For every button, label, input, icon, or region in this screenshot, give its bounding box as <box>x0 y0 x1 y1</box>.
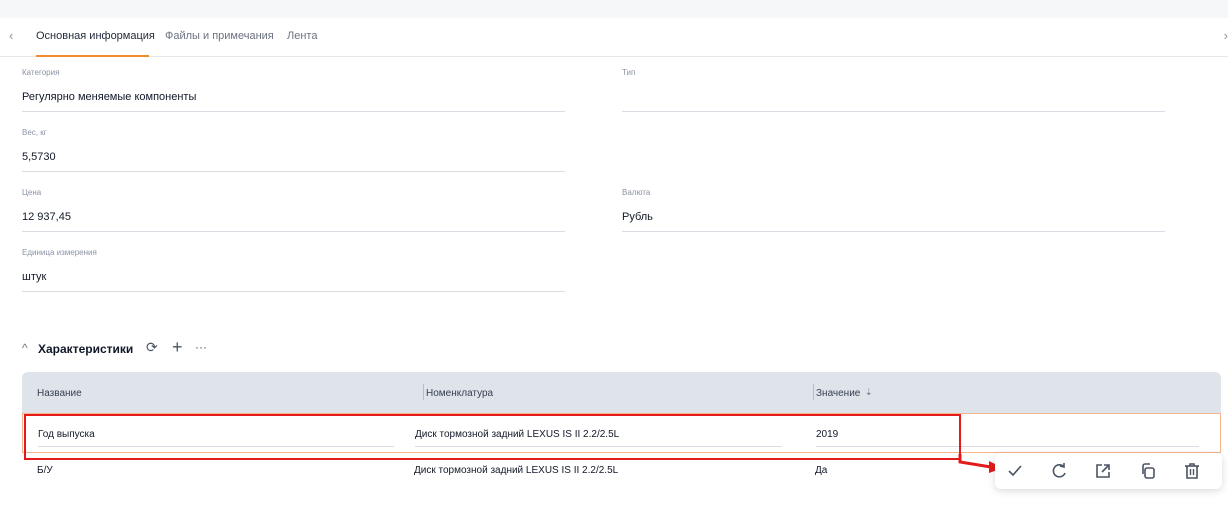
row-action-bar <box>995 453 1222 489</box>
plus-icon[interactable]: + <box>172 337 183 358</box>
open-external-icon[interactable] <box>1093 461 1113 481</box>
type-field[interactable]: Тип <box>622 68 1165 113</box>
weight-value: 5,5730 <box>22 151 56 163</box>
unit-label: Единица измерения <box>22 248 97 257</box>
copy-icon[interactable] <box>1138 461 1158 481</box>
table-header: Название Номенклатура Значение ⇣ <box>22 372 1221 413</box>
chevron-left-icon[interactable]: ‹ <box>9 28 13 43</box>
row-name-cell[interactable]: Б/У <box>37 465 53 476</box>
price-value: 12 937,45 <box>22 211 71 223</box>
characteristics-title: Характеристики <box>38 342 134 356</box>
weight-label: Вес, кг <box>22 128 47 137</box>
currency-label: Валюта <box>622 188 651 197</box>
type-underline <box>622 111 1165 112</box>
weight-field[interactable]: Вес, кг 5,5730 <box>22 128 565 173</box>
column-header-name[interactable]: Название <box>37 388 82 399</box>
type-label: Тип <box>622 68 636 77</box>
unit-field[interactable]: Единица измерения штук <box>22 248 565 293</box>
column-divider[interactable] <box>813 384 814 400</box>
close-icon[interactable]: › <box>1224 28 1228 43</box>
column-divider[interactable] <box>423 384 424 400</box>
refresh-icon[interactable]: ⟳ <box>146 339 158 356</box>
column-header-value[interactable]: Значение <box>816 388 860 399</box>
unit-underline <box>22 291 565 292</box>
column-header-nomenclature[interactable]: Номенклатура <box>426 388 493 399</box>
price-label: Цена <box>22 188 42 197</box>
delete-icon[interactable] <box>1182 461 1202 481</box>
highlight-box <box>24 414 961 460</box>
top-strip <box>0 0 1228 18</box>
category-label: Категория <box>22 68 60 77</box>
tab-feed[interactable]: Лента <box>287 30 317 42</box>
weight-underline <box>22 171 565 172</box>
sort-icon[interactable]: ⇣ <box>865 387 873 398</box>
category-field[interactable]: Категория Регулярно меняемые компоненты <box>22 68 565 113</box>
price-field[interactable]: Цена 12 937,45 <box>22 188 565 233</box>
tab-files-notes[interactable]: Файлы и примечания <box>165 30 274 42</box>
tab-bar: ‹ Основная информация Файлы и примечания… <box>0 18 1228 57</box>
reload-icon[interactable] <box>1049 461 1069 481</box>
row-nomenclature-cell[interactable]: Диск тормозной задний LEXUS IS II 2.2/2.… <box>414 465 618 476</box>
currency-underline <box>622 231 1165 232</box>
currency-value: Рубль <box>622 211 653 223</box>
unit-value: штук <box>22 271 47 283</box>
tab-main-info[interactable]: Основная информация <box>36 30 155 42</box>
price-underline <box>22 231 565 232</box>
currency-field[interactable]: Валюта Рубль <box>622 188 1165 233</box>
category-underline <box>22 111 565 112</box>
check-icon[interactable] <box>1005 461 1025 481</box>
chevron-up-icon[interactable]: ^ <box>22 341 28 355</box>
active-tab-indicator <box>36 55 149 57</box>
category-value: Регулярно меняемые компоненты <box>22 91 197 103</box>
more-icon[interactable]: ··· <box>195 340 207 354</box>
row-value-cell[interactable]: Да <box>815 465 827 476</box>
